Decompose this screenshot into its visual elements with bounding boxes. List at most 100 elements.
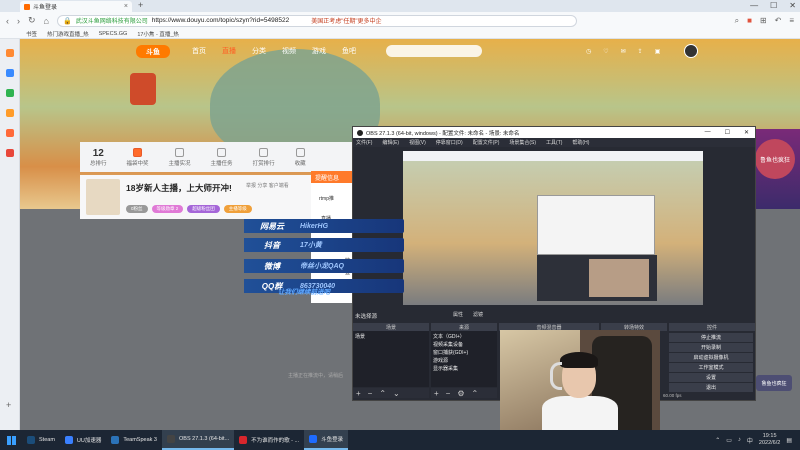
chip[interactable]: 主播等级: [223, 205, 252, 213]
chip[interactable]: 等级勋章 2: [151, 205, 184, 213]
bookmark-item[interactable]: SPECS.GG: [99, 31, 128, 37]
sidebar-app-icon[interactable]: [6, 89, 14, 97]
obs-close-icon[interactable]: ✕: [744, 129, 749, 136]
undo-icon[interactable]: ↶: [775, 16, 782, 26]
upload-icon[interactable]: ⇪: [638, 48, 643, 55]
obs-menu-item[interactable]: 场景集合(S): [509, 139, 536, 146]
remove-icon[interactable]: −: [368, 389, 373, 398]
obs-menu-item[interactable]: 停靠窗口(D): [436, 139, 463, 146]
up-icon[interactable]: ⌃: [379, 389, 386, 398]
obs-maximize-icon[interactable]: ☐: [725, 129, 730, 136]
source-item[interactable]: 显示器采集: [433, 365, 458, 372]
url-input[interactable]: 🔒 武汉斗鱼网络科技有限公司 https://www.douyu.com/top…: [56, 14, 577, 27]
sidebar-app-icon[interactable]: [6, 69, 14, 77]
taskbar-item-teamspeak[interactable]: TeamSpeak 3: [106, 430, 162, 450]
notification-icon[interactable]: ▤: [786, 437, 792, 444]
user-avatar[interactable]: [684, 44, 699, 58]
stat-item[interactable]: 主播实况: [169, 147, 191, 167]
start-recording-button[interactable]: 开始录制: [669, 343, 753, 352]
scene-item[interactable]: 场景: [355, 333, 365, 340]
history-icon[interactable]: ◷: [586, 48, 591, 55]
gear-icon[interactable]: ⚙: [457, 389, 464, 398]
nav-item[interactable]: 视频: [282, 46, 296, 56]
menu-icon[interactable]: ≡: [789, 16, 794, 26]
chip[interactable]: 超级粉丝团: [187, 205, 220, 213]
sidebar-app-icon[interactable]: [6, 49, 14, 57]
tab-close-icon[interactable]: ×: [124, 3, 128, 10]
obs-menu-item[interactable]: 编辑(E): [382, 139, 399, 146]
properties-button[interactable]: 属性: [453, 311, 463, 318]
taskbar-item-browser[interactable]: 斗鱼登录: [304, 430, 349, 450]
remove-icon[interactable]: −: [446, 389, 451, 398]
sidebar-app-icon[interactable]: [6, 109, 14, 117]
taskbar-item-steam[interactable]: Steam: [22, 430, 60, 450]
home-icon[interactable]: ⌂: [44, 16, 49, 26]
bookmark-item[interactable]: 热门游戏直播_热: [47, 30, 89, 38]
obs-menu-item[interactable]: 视图(V): [409, 139, 426, 146]
back-icon[interactable]: ‹: [6, 16, 9, 26]
network-icon[interactable]: ▭: [726, 437, 732, 444]
room-actions[interactable]: 举报 分享 客户端看: [246, 182, 289, 189]
virtual-camera-button[interactable]: 启动虚拟摄像机: [669, 353, 753, 362]
taskbar-item-music[interactable]: 不为谁而作的歌 - ...: [234, 430, 304, 450]
ime-icon[interactable]: 中: [747, 436, 753, 445]
settings-button[interactable]: 设置: [669, 373, 753, 382]
promo-button[interactable]: 鲁鱼也疯狂: [756, 375, 792, 391]
system-clock[interactable]: 19:15 2022/6/2: [759, 433, 780, 447]
site-search-input[interactable]: [386, 45, 482, 57]
minimize-icon[interactable]: —: [750, 0, 758, 11]
sidebar-app-icon[interactable]: [6, 129, 14, 137]
exit-button[interactable]: 退出: [669, 383, 753, 392]
nav-item[interactable]: 直播: [222, 46, 236, 56]
obs-menu-item[interactable]: 文件(F): [356, 139, 372, 146]
stat-item[interactable]: 12 总排行: [90, 148, 107, 167]
grid-icon[interactable]: ⊞: [760, 16, 767, 26]
nav-item[interactable]: 分类: [252, 46, 266, 56]
follow-icon[interactable]: ♡: [603, 48, 608, 55]
volume-icon[interactable]: ♪: [738, 437, 741, 443]
bookmark-item[interactable]: 17小焦 - 直播_热: [137, 30, 179, 38]
source-item[interactable]: 游戏源: [433, 357, 448, 364]
tray-chevron-icon[interactable]: ⌃: [715, 437, 720, 444]
source-item[interactable]: 视频采集设备: [433, 341, 463, 348]
studio-mode-button[interactable]: 工作室模式: [669, 363, 753, 372]
browser-tab[interactable]: 斗鱼登录 ×: [20, 1, 132, 12]
add-icon[interactable]: +: [434, 389, 439, 398]
obs-menu-item[interactable]: 工具(T): [546, 139, 562, 146]
refresh-icon[interactable]: ↻: [28, 15, 36, 26]
stop-stream-button[interactable]: 停止推流: [669, 333, 753, 342]
obs-preview[interactable]: [403, 151, 703, 305]
down-icon[interactable]: ⌄: [393, 389, 400, 398]
filters-button[interactable]: 滤镜: [473, 311, 483, 318]
start-button[interactable]: [0, 430, 22, 450]
extension-icon[interactable]: ■: [747, 16, 752, 26]
up-icon[interactable]: ⌃: [472, 389, 479, 398]
maximize-icon[interactable]: ☐: [770, 0, 777, 11]
obs-minimize-icon[interactable]: —: [705, 129, 711, 136]
search-icon[interactable]: ⌕: [735, 16, 739, 26]
news-ticker[interactable]: 美国正考虑"任期"更多中企: [311, 16, 381, 25]
close-icon[interactable]: ✕: [789, 0, 796, 11]
stat-item[interactable]: 打赏排行: [253, 147, 275, 167]
add-icon[interactable]: +: [356, 389, 361, 398]
sidebar-app-icon[interactable]: [6, 149, 14, 157]
message-icon[interactable]: ✉: [621, 48, 626, 55]
source-item[interactable]: 窗口捕获(GDI+): [433, 349, 468, 356]
promo-badge[interactable]: 鲁鱼也疯狂: [755, 139, 795, 179]
nav-item[interactable]: 游戏: [312, 46, 326, 56]
new-tab-button[interactable]: +: [138, 0, 143, 11]
stat-item[interactable]: 主播任务: [211, 147, 233, 167]
sidebar-add-icon[interactable]: +: [6, 401, 14, 410]
source-item[interactable]: 文本（GDI+）: [433, 333, 465, 340]
taskbar-item-uu[interactable]: UU加速器: [60, 430, 106, 450]
forward-icon[interactable]: ›: [17, 16, 20, 26]
bookmark-item[interactable]: 书签: [26, 30, 37, 38]
chip[interactable]: 0粉丝: [126, 205, 148, 213]
stat-item[interactable]: 福袋中奖: [127, 147, 149, 167]
obs-menu-item[interactable]: 配置文件(P): [473, 139, 500, 146]
taskbar-item-obs[interactable]: OBS 27.1.3 (64-bit...: [162, 430, 235, 450]
stat-item[interactable]: 收藏: [295, 147, 306, 167]
nav-item[interactable]: 首页: [192, 46, 206, 56]
obs-menu-item[interactable]: 帮助(H): [572, 139, 589, 146]
app-icon[interactable]: ▣: [655, 48, 661, 55]
